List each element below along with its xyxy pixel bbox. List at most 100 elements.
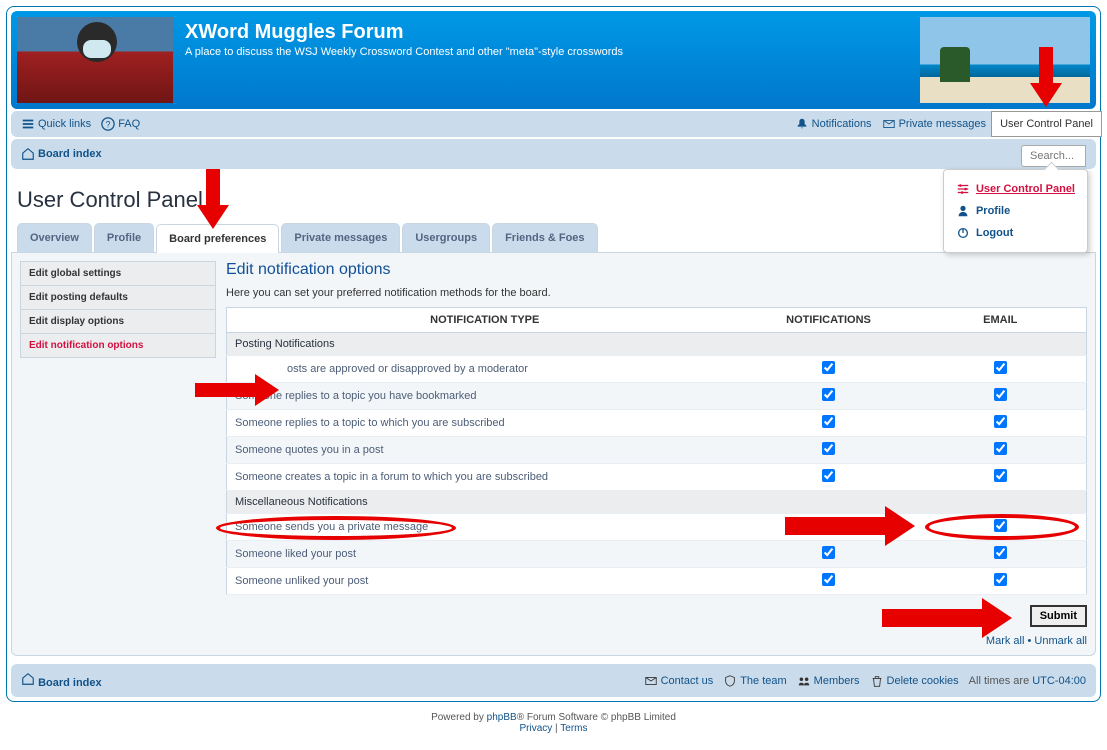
email-checkbox[interactable]	[994, 361, 1007, 374]
notification-checkbox[interactable]	[822, 546, 835, 559]
team-link[interactable]: The team	[740, 675, 786, 687]
home-icon	[21, 672, 35, 686]
mark-all-link[interactable]: Mark all	[986, 635, 1025, 647]
dropdown-logout-link[interactable]: Logout	[956, 222, 1075, 244]
notification-label: Someone replies to a topic to which you …	[227, 410, 743, 437]
table-row: Someone quotes you in a post	[227, 437, 1087, 464]
th-email: EMAIL	[915, 308, 1087, 333]
notification-checkbox[interactable]	[822, 469, 835, 482]
footer-bar: Board index Contact us The team Members …	[11, 664, 1096, 697]
email-checkbox[interactable]	[994, 519, 1007, 532]
question-icon: ?	[101, 117, 115, 131]
tabs: OverviewProfileBoard preferencesPrivate …	[11, 223, 1096, 253]
timezone-link[interactable]: UTC-04:00	[1032, 675, 1086, 687]
table-row: Someone creates a topic in a forum to wh…	[227, 464, 1087, 491]
tab-profile[interactable]: Profile	[94, 223, 154, 252]
footer-board-index-label: Board index	[38, 677, 102, 689]
privacy-link[interactable]: Privacy	[519, 723, 552, 734]
table-row: Someone sends you a private message	[227, 514, 1087, 541]
email-checkbox[interactable]	[994, 573, 1007, 586]
faq-label: FAQ	[118, 118, 140, 130]
dropdown-profile-link[interactable]: Profile	[956, 200, 1075, 222]
tab-overview[interactable]: Overview	[17, 223, 92, 252]
notification-label: osts are approved or disapproved by a mo…	[227, 356, 743, 383]
footer-board-index-link[interactable]: Board index	[21, 672, 102, 689]
bars-icon	[21, 117, 35, 131]
notifications-label: Notifications	[812, 118, 872, 130]
faq-link[interactable]: ? FAQ	[101, 117, 140, 131]
user-dropdown: User Control Panel Profile Logout	[943, 169, 1088, 253]
dropdown-ucp-link[interactable]: User Control Panel	[956, 178, 1075, 200]
powered-by-text: Powered by	[431, 712, 484, 723]
shield-icon	[723, 674, 737, 688]
user-icon	[956, 204, 970, 218]
notification-checkbox[interactable]	[822, 361, 835, 374]
phpbb-link[interactable]: phpBB	[487, 712, 517, 723]
header-banner-image	[920, 17, 1090, 103]
copyright-rest: ® Forum Software © phpBB Limited	[517, 712, 676, 723]
table-row: Someone replies to a topic you have book…	[227, 383, 1087, 410]
board-index-link[interactable]: Board index	[21, 147, 102, 161]
th-type: NOTIFICATION TYPE	[227, 308, 743, 333]
panel-body: Edit global settingsEdit posting default…	[11, 253, 1096, 656]
quick-links-link[interactable]: Quick links	[21, 117, 91, 131]
submit-button[interactable]: Submit	[1030, 605, 1087, 627]
home-icon	[21, 147, 35, 161]
tab-private-messages[interactable]: Private messages	[281, 223, 400, 252]
email-checkbox[interactable]	[994, 546, 1007, 559]
contact-link[interactable]: Contact us	[661, 675, 714, 687]
dropdown-ucp-label: User Control Panel	[976, 183, 1075, 195]
notification-checkbox[interactable]	[822, 519, 835, 532]
email-checkbox[interactable]	[994, 415, 1007, 428]
main-content: Edit notification options Here you can s…	[226, 261, 1087, 647]
notifications-link[interactable]: Notifications	[795, 117, 872, 131]
tab-friends-foes[interactable]: Friends & Foes	[492, 223, 597, 252]
mark-links: Mark all • Unmark all	[226, 631, 1087, 647]
side-menu-item[interactable]: Edit display options	[21, 310, 215, 334]
table-row: Someone unliked your post	[227, 568, 1087, 595]
content-heading: Edit notification options	[226, 261, 1087, 279]
side-menu-item[interactable]: Edit posting defaults	[21, 286, 215, 310]
site-logo[interactable]	[17, 17, 173, 103]
ucp-tooltip: User Control Panel	[991, 111, 1102, 137]
terms-link[interactable]: Terms	[560, 723, 587, 734]
sliders-icon	[956, 182, 970, 196]
unmark-all-link[interactable]: Unmark all	[1034, 635, 1087, 647]
navbar: Quick links ? FAQ Notifications Private …	[11, 111, 1096, 137]
site-subtitle: A place to discuss the WSJ Weekly Crossw…	[185, 46, 623, 58]
delete-cookies-link[interactable]: Delete cookies	[887, 675, 959, 687]
notification-checkbox[interactable]	[822, 573, 835, 586]
time-text: All times are	[969, 675, 1030, 687]
side-menu: Edit global settingsEdit posting default…	[20, 261, 216, 647]
inbox-icon	[882, 117, 896, 131]
svg-text:?: ?	[106, 120, 111, 130]
table-row: Someone replies to a topic to which you …	[227, 410, 1087, 437]
tab-usergroups[interactable]: Usergroups	[402, 223, 490, 252]
notification-checkbox[interactable]	[822, 415, 835, 428]
bell-icon	[795, 117, 809, 131]
notification-checkbox[interactable]	[822, 388, 835, 401]
notification-checkbox[interactable]	[822, 442, 835, 455]
email-checkbox[interactable]	[994, 388, 1007, 401]
content-intro: Here you can set your preferred notifica…	[226, 287, 1087, 299]
tab-board-preferences[interactable]: Board preferences	[156, 224, 279, 253]
envelope-icon	[644, 674, 658, 688]
notification-label: Someone sends you a private message	[227, 514, 743, 541]
board-index-label: Board index	[38, 148, 102, 160]
members-link[interactable]: Members	[814, 675, 860, 687]
dropdown-logout-label: Logout	[976, 227, 1013, 239]
breadcrumb-bar: Board index User Control Panel Profile L…	[11, 139, 1096, 169]
private-messages-link[interactable]: Private messages	[882, 117, 986, 131]
notification-label: Someone unliked your post	[227, 568, 743, 595]
users-icon	[797, 674, 811, 688]
copyright: Powered by phpBB® Forum Software © phpBB…	[6, 702, 1101, 744]
email-checkbox[interactable]	[994, 469, 1007, 482]
power-icon	[956, 226, 970, 240]
side-menu-item[interactable]: Edit global settings	[21, 262, 215, 286]
notification-table: NOTIFICATION TYPE NOTIFICATIONS EMAIL Po…	[226, 307, 1087, 595]
trash-icon	[870, 674, 884, 688]
side-menu-item[interactable]: Edit notification options	[21, 334, 215, 357]
table-row: osts are approved or disapproved by a mo…	[227, 356, 1087, 383]
email-checkbox[interactable]	[994, 442, 1007, 455]
notification-label: Someone quotes you in a post	[227, 437, 743, 464]
